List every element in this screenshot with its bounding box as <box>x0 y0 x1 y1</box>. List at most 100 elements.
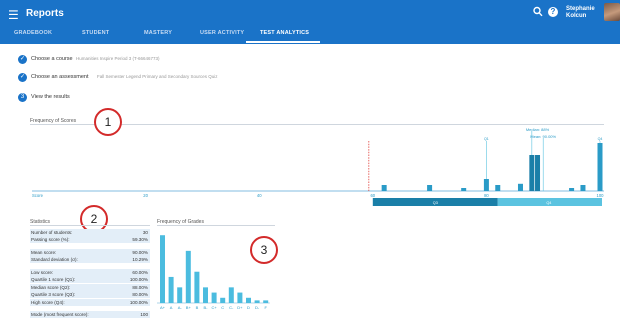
statistic-label: Quartile 1 score (Q1): <box>31 277 76 283</box>
hamburger-menu-icon[interactable]: ☰ <box>8 9 19 21</box>
x-tick-label: 100 <box>597 193 605 198</box>
user-name[interactable]: Stephanie Kolcun <box>566 6 602 20</box>
statistics-row: Quartile 1 score (Q1): 100.00% <box>30 276 150 284</box>
statistic-label: High score (Q4): <box>31 299 65 305</box>
score-bar <box>569 188 575 191</box>
statistic-label: Quartile 3 score (Q3): <box>31 292 76 298</box>
x-axis-label: Score <box>32 193 44 198</box>
score-bar <box>529 155 535 191</box>
statistics-row: Mean score: 90.00% <box>30 249 150 256</box>
statistic-value: 59.30% <box>132 237 148 243</box>
statistic-value: 80.00% <box>132 292 148 298</box>
grade-bar <box>246 297 251 303</box>
tab-mastery[interactable]: MASTERY <box>144 30 172 36</box>
app-bar: ☰ Reports ? Stephanie Kolcun GRADEBOOK S… <box>0 0 620 44</box>
statistic-label: Number of students: <box>31 230 73 235</box>
statistic-value: 10.29% <box>132 257 148 263</box>
quartile-band-label: Q4 <box>546 201 551 205</box>
grade-tick-label: A- <box>178 305 183 310</box>
statistic-label: Mean score: <box>31 250 57 255</box>
x-tick-label: 80 <box>484 193 489 198</box>
section-divider <box>30 225 150 226</box>
grade-bar <box>263 300 269 303</box>
score-bar <box>495 185 501 191</box>
grade-tick-label: D- <box>255 305 260 310</box>
section-divider <box>157 225 275 226</box>
x-tick-label: 60 <box>370 193 375 198</box>
mean-annotation: Mean: 90.00% <box>530 134 556 139</box>
search-icon[interactable] <box>533 6 543 18</box>
statistics-row: Quartile 3 score (Q3): 80.00% <box>30 291 150 299</box>
step-number-badge: 3 <box>18 93 27 102</box>
score-bar <box>580 185 586 191</box>
step-detail: Humanities Inspire Period 3 (T-66646773) <box>76 56 160 61</box>
grade-bar <box>228 287 234 303</box>
statistic-value: 30 <box>142 230 148 235</box>
score-bar <box>427 185 433 191</box>
grade-bar <box>177 287 183 303</box>
tab-test-analytics[interactable]: TEST ANALYTICS <box>260 30 309 36</box>
grade-tick-label: C- <box>229 305 234 310</box>
grade-tick-label: F <box>264 305 267 310</box>
grade-tick-label: D <box>247 305 250 310</box>
statistic-value: 60.00% <box>132 270 148 275</box>
statistic-value: 100 <box>140 312 148 318</box>
statistics-row: Median score (Q2): 88.00% <box>30 283 150 291</box>
quartile-band-label: Q3 <box>433 201 438 205</box>
step-label: Choose an assessment <box>31 74 89 80</box>
statistic-value: 88.00% <box>132 284 148 290</box>
grade-bar <box>203 287 208 303</box>
statistic-label: Passing score (%): <box>31 237 70 243</box>
score-bar <box>597 143 603 191</box>
statistics-row: Number of students: 30 <box>30 229 150 236</box>
statistics-row: Mode (most frequent score): 100 <box>30 311 150 319</box>
active-tab-indicator <box>246 41 320 43</box>
grade-tick-label: A <box>170 305 173 310</box>
callout-3: 3 <box>250 236 278 264</box>
tab-user-activity[interactable]: USER ACTIVITY <box>200 30 244 36</box>
callout-1: 1 <box>94 108 122 136</box>
avatar[interactable] <box>604 3 620 21</box>
statistics-row: Low score: 60.00% <box>30 269 150 276</box>
grade-bar <box>254 300 260 303</box>
grade-tick-label: B- <box>204 305 209 310</box>
statistics-row: Standard deviation (σ): 10.29% <box>30 256 150 264</box>
quartile-band-q3 <box>372 198 498 206</box>
grade-tick-label: A+ <box>160 305 166 310</box>
grade-bar <box>168 276 174 303</box>
quartile-band-q4 <box>497 198 602 206</box>
grade-bar <box>211 292 217 303</box>
grade-bar <box>185 250 191 303</box>
step-label: Choose a course <box>31 56 73 62</box>
score-bar <box>381 185 387 191</box>
grade-bar <box>194 271 200 303</box>
quartile-marker-label: Q4 <box>598 137 603 141</box>
step-detail: Fall Semester Legend Primary and Seconda… <box>97 74 218 79</box>
statistic-value: 100.00% <box>129 277 148 283</box>
tab-student[interactable]: STUDENT <box>82 30 109 36</box>
grade-tick-label: B <box>196 305 199 310</box>
app-title: Reports <box>26 8 64 19</box>
score-bar <box>461 188 467 191</box>
score-bar <box>517 183 523 191</box>
grade-bar <box>160 235 165 303</box>
x-tick-label: 40 <box>257 193 262 198</box>
statistic-label: Mode (most frequent score): <box>31 312 89 318</box>
x-tick-label: 20 <box>143 193 148 198</box>
step-label: View the results <box>31 94 70 100</box>
grade-bar <box>237 292 243 303</box>
statistic-label: Median score (Q2): <box>31 284 71 290</box>
statistics-row: Passing score (%): 59.30% <box>30 236 150 244</box>
tab-gradebook[interactable]: GRADEBOOK <box>14 30 52 36</box>
score-bar <box>483 179 489 191</box>
statistics-row: High score (Q4): 100.00% <box>30 298 150 306</box>
statistic-value: 100.00% <box>129 299 148 305</box>
help-icon[interactable]: ? <box>548 7 558 17</box>
median-annotation: Median: 88% <box>526 127 550 132</box>
grade-tick-label: C <box>221 305 224 310</box>
statistic-label: Standard deviation (σ): <box>31 257 78 263</box>
grade-tick-label: C+ <box>211 305 217 310</box>
check-icon: ✓ <box>18 55 27 64</box>
score-bar <box>535 155 541 191</box>
statistic-value: 90.00% <box>132 250 148 255</box>
